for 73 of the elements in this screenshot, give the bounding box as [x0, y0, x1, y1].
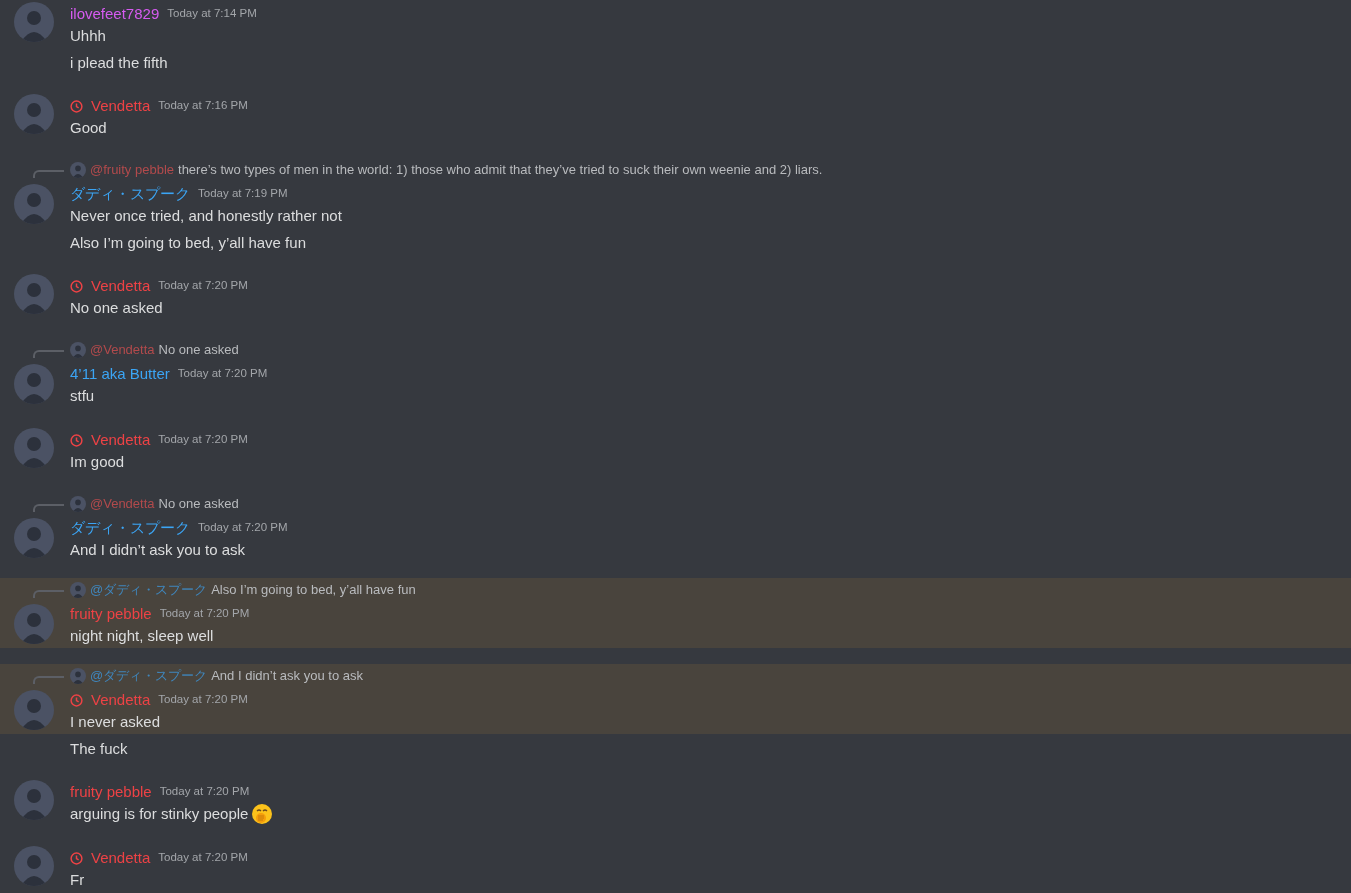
username[interactable]: Vendetta [91, 846, 151, 870]
message-text: Uhhh [70, 25, 106, 46]
message-text: Im good [70, 451, 125, 472]
timestamp: Today at 7:20 PM [158, 432, 248, 448]
avatar[interactable] [14, 184, 54, 224]
message-text: arguing is for stinky people [70, 803, 249, 824]
avatar[interactable] [14, 604, 54, 644]
message-text: stfu [70, 385, 95, 406]
message-text: i plead the fifth [70, 52, 168, 73]
message-text: night night, sleep well [70, 625, 214, 646]
username[interactable]: ダディ・スプーク [70, 182, 190, 206]
reply-preview-text[interactable]: No one asked [158, 494, 239, 514]
reply-mention[interactable]: @ダディ・スプーク [90, 580, 208, 600]
reply-mention[interactable]: @ダディ・スプーク [90, 666, 208, 686]
reply-connector-line [33, 676, 64, 684]
timestamp: Today at 7:20 PM [158, 850, 248, 866]
timestamp: Today at 7:16 PM [158, 98, 248, 114]
username[interactable]: ダディ・スプーク [70, 516, 190, 540]
avatar[interactable] [70, 668, 86, 684]
avatar[interactable] [14, 94, 54, 134]
message-text: No one asked [70, 297, 163, 318]
timestamp: Today at 7:19 PM [198, 186, 288, 202]
avatar[interactable] [14, 780, 54, 820]
avatar[interactable] [70, 582, 86, 598]
message-text: And I didn’t ask you to ask [70, 539, 246, 560]
timestamp: Today at 7:20 PM [198, 520, 288, 536]
avatar[interactable] [14, 846, 54, 886]
avatar[interactable] [14, 518, 54, 558]
message-text: Good [70, 117, 107, 138]
timestamp: Today at 7:20 PM [177, 366, 268, 382]
message-text: Fr [70, 869, 85, 890]
reply-mention[interactable]: @fruity pebble [90, 160, 175, 180]
timestamp: Today at 7:20 PM [159, 606, 250, 622]
reply-connector-line [33, 170, 64, 178]
reply-mention[interactable]: @Vendetta [90, 494, 155, 514]
reply-connector-line [33, 350, 64, 358]
message-text: Also I’m going to bed, y’all have fun [70, 232, 306, 253]
username[interactable]: 4’11 aka Butter [70, 362, 170, 386]
avatar[interactable] [14, 274, 54, 314]
timestamp: Today at 7:14 PM [167, 6, 257, 22]
avatar[interactable] [70, 496, 86, 512]
username[interactable]: fruity pebble [70, 602, 152, 626]
reply-connector-line [33, 504, 64, 512]
clock-icon [70, 693, 83, 707]
avatar[interactable] [14, 428, 54, 468]
timestamp: Today at 7:20 PM [158, 278, 248, 294]
reply-mention[interactable]: @Vendetta [90, 340, 155, 360]
clock-icon [70, 851, 83, 865]
avatar[interactable] [14, 364, 54, 404]
username[interactable]: Vendetta [91, 688, 151, 712]
username[interactable]: Vendetta [91, 94, 151, 118]
message-text: I never asked [70, 711, 161, 732]
avatar[interactable] [70, 162, 86, 178]
avatar[interactable] [14, 2, 54, 42]
clock-icon [70, 279, 83, 293]
reply-preview-text[interactable]: Also I’m going to bed, y’all have fun [211, 580, 416, 600]
username[interactable]: ilovefeet7829 [70, 2, 160, 26]
avatar[interactable] [70, 342, 86, 358]
avatar[interactable] [14, 690, 54, 730]
username[interactable]: Vendetta [91, 428, 151, 452]
username[interactable]: Vendetta [91, 274, 151, 298]
clock-icon [70, 433, 83, 447]
message-text: Never once tried, and honestly rather not [70, 205, 342, 226]
message-text: The fuck [70, 738, 128, 759]
clock-icon [70, 99, 83, 113]
reply-preview-text[interactable]: And I didn’t ask you to ask [211, 666, 363, 686]
reply-connector-line [33, 590, 64, 598]
timestamp: Today at 7:20 PM [159, 784, 250, 800]
yawning-face-icon [251, 803, 274, 825]
username[interactable]: fruity pebble [70, 780, 152, 804]
reply-preview-text[interactable]: No one asked [158, 340, 239, 360]
timestamp: Today at 7:20 PM [158, 692, 248, 708]
reply-preview-text[interactable]: there’s two types of men in the world: 1) those who admit that they’ve tried to suck their own weenie and 2) liars. [178, 160, 823, 180]
